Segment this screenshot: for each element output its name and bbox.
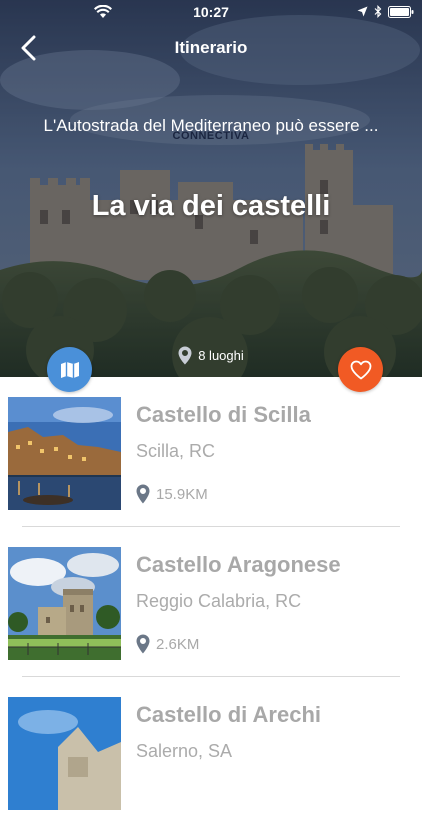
- nav-title: Itinerario: [174, 38, 248, 57]
- navigation-bar: Itinerario: [0, 30, 422, 66]
- map-pin-icon: [136, 634, 150, 654]
- distance-label: 15.9KM: [156, 485, 208, 503]
- distance-label: 2.6KM: [156, 635, 200, 653]
- map-pin-icon: [178, 346, 192, 365]
- hero-banner: 10:27 Itinerario L'Autostrada del Medite…: [0, 0, 422, 377]
- battery-icon: [388, 5, 414, 18]
- place-thumbnail: [8, 547, 121, 660]
- places-list: Castello di Scilla Scilla, RC 15.9KM Cas…: [0, 377, 422, 827]
- map-pin-icon: [136, 484, 150, 504]
- place-distance: 15.9KM: [136, 484, 208, 504]
- place-location: Reggio Calabria, RC: [136, 591, 302, 611]
- list-item[interactable]: Castello di Scilla Scilla, RC 15.9KM: [0, 377, 422, 527]
- map-button[interactable]: [47, 347, 92, 392]
- status-bar: 10:27: [0, 0, 422, 24]
- place-location: Salerno, SA: [136, 741, 233, 761]
- place-name: Castello Aragonese: [136, 552, 341, 577]
- location-arrow-icon: [357, 6, 368, 17]
- places-count-label: 8 luoghi: [198, 348, 244, 363]
- bluetooth-icon: [374, 5, 382, 18]
- map-icon: [60, 361, 79, 378]
- place-name: Castello di Scilla: [136, 402, 311, 427]
- list-item[interactable]: Castello di Arechi Salerno, SA: [0, 677, 422, 827]
- brand-watermark: CONNECTIVA: [172, 130, 250, 142]
- place-thumbnail: [8, 397, 121, 510]
- place-location: Scilla, RC: [136, 441, 216, 461]
- place-thumbnail: [8, 697, 121, 810]
- heart-icon: [350, 360, 371, 379]
- itinerary-title: La via dei castelli: [91, 190, 331, 222]
- place-name: Castello di Arechi: [136, 702, 322, 727]
- place-distance: 2.6KM: [136, 634, 199, 654]
- favorite-button[interactable]: [338, 347, 383, 392]
- list-item[interactable]: Castello Aragonese Reggio Calabria, RC 2…: [0, 527, 422, 677]
